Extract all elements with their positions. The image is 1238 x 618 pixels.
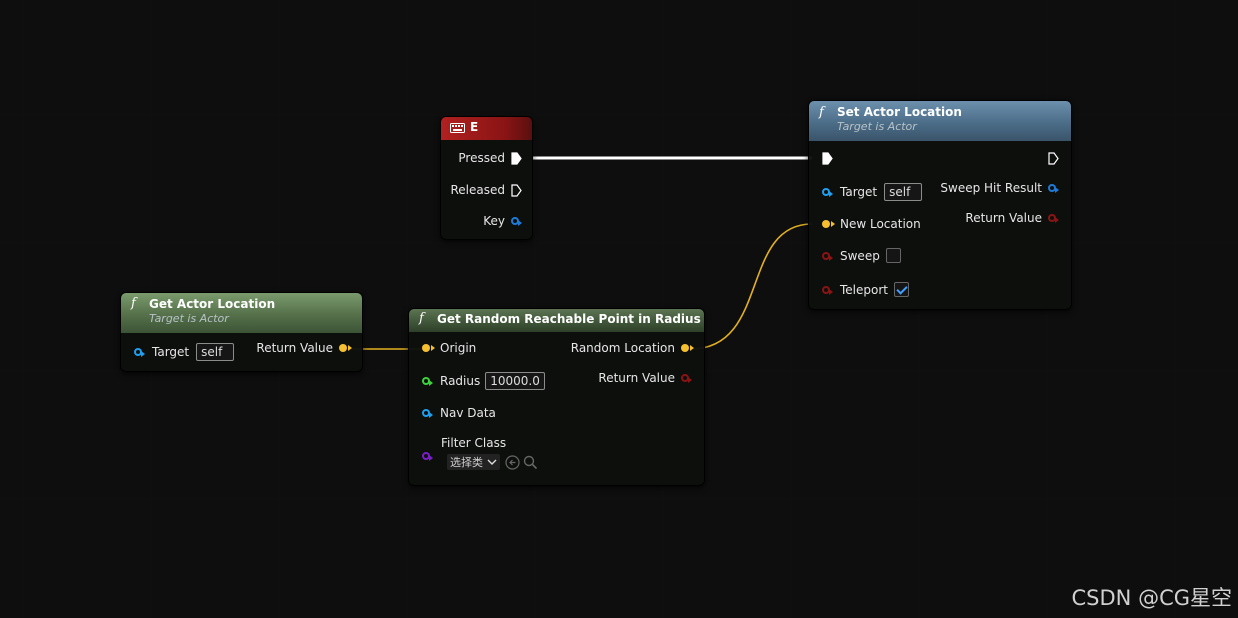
nav-data-pin-label: Nav Data	[440, 406, 496, 420]
nav-data-pin-row[interactable]: Nav Data	[422, 406, 496, 420]
set-location-header[interactable]: f Set Actor Location Target is Actor	[809, 101, 1071, 141]
filter-class-select-row[interactable]: 选择类	[447, 454, 538, 470]
get-location-self-field[interactable]: self	[196, 343, 235, 361]
filter-class-select-value: 选择类	[450, 456, 483, 469]
released-exec-pin[interactable]	[511, 183, 522, 197]
random-location-pin-row[interactable]: Random Location	[570, 341, 694, 355]
get-location-subtitle: Target is Actor	[149, 312, 229, 325]
set-location-return-pin-row[interactable]: Return Value	[965, 211, 1059, 225]
radius-pin-row[interactable]: Radius 10000.0	[422, 372, 545, 390]
random-point-return-row[interactable]: Return Value	[598, 371, 692, 385]
set-location-subtitle: Target is Actor	[837, 120, 917, 133]
radius-field[interactable]: 10000.0	[485, 372, 545, 390]
watermark-text: CSDN @CG星空	[1071, 586, 1232, 610]
pressed-exec-pin[interactable]	[511, 151, 522, 165]
get-location-return-label: Return Value	[256, 341, 333, 355]
sweep-hit-result-label: Sweep Hit Result	[940, 181, 1042, 195]
new-location-vector-pin[interactable]	[822, 220, 835, 228]
sweep-pin-label: Sweep	[840, 248, 880, 263]
target-pin-label: Target	[840, 185, 878, 199]
origin-pin-row[interactable]: Origin	[422, 341, 476, 355]
pressed-pin-row[interactable]: Pressed	[458, 151, 522, 165]
get-location-header[interactable]: f Get Actor Location Target is Actor	[121, 293, 362, 333]
set-location-title: Set Actor Location	[837, 105, 962, 119]
get-location-target-pin[interactable]	[134, 348, 145, 357]
origin-vector-pin[interactable]	[422, 344, 435, 352]
radius-pin-label: Radius	[440, 374, 481, 388]
filter-class-label: Filter Class	[441, 436, 507, 450]
released-pin-row[interactable]: Released	[450, 183, 522, 197]
exec-in-pin[interactable]	[822, 152, 833, 165]
key-pin-label: Key	[483, 214, 505, 228]
random-point-title: Get Random Reachable Point in Radius	[437, 312, 701, 326]
keyboard-icon	[450, 122, 465, 133]
random-point-header[interactable]: f Get Random Reachable Point in Radius	[409, 309, 704, 332]
nav-data-object-pin[interactable]	[422, 409, 433, 418]
new-location-pin-label: New Location	[840, 217, 921, 231]
target-self-field[interactable]: self	[884, 183, 923, 201]
search-icon[interactable]	[523, 455, 538, 470]
target-pin-row[interactable]: Target self	[822, 183, 923, 201]
get-location-target-row[interactable]: Target self	[134, 343, 235, 361]
random-point-return-pin[interactable]	[681, 374, 692, 383]
sweep-hit-result-pin-row[interactable]: Sweep Hit Result	[940, 181, 1059, 195]
radius-float-pin[interactable]	[422, 377, 433, 386]
random-point-return-label: Return Value	[598, 371, 675, 385]
function-icon: f	[819, 105, 824, 120]
random-location-vector-pin[interactable]	[681, 344, 694, 352]
sweep-pin-row[interactable]: Sweep	[822, 248, 901, 263]
get-location-return-row[interactable]: Return Value	[256, 341, 352, 355]
key-pin-row[interactable]: Key	[483, 214, 522, 228]
target-object-pin[interactable]	[822, 188, 833, 197]
key-node-header[interactable]: E	[441, 117, 532, 140]
key-e-node[interactable]: E Pressed Released Key	[440, 116, 533, 240]
key-node-title: E	[470, 120, 479, 134]
get-location-target-label: Target	[152, 345, 190, 359]
random-location-label: Random Location	[570, 341, 675, 355]
pressed-pin-label: Pressed	[458, 151, 505, 165]
set-location-return-label: Return Value	[965, 211, 1042, 225]
back-arrow-icon[interactable]	[505, 454, 520, 470]
teleport-checkbox[interactable]	[894, 282, 909, 297]
teleport-bool-pin[interactable]	[822, 285, 833, 295]
get-location-return-pin[interactable]	[339, 344, 352, 352]
set-location-return-pin[interactable]	[1048, 214, 1059, 223]
released-pin-label: Released	[450, 183, 505, 197]
new-location-pin-row[interactable]: New Location	[822, 217, 921, 231]
sweep-hit-result-pin[interactable]	[1048, 184, 1059, 193]
exec-out-pin[interactable]	[1048, 152, 1059, 165]
filter-class-pin[interactable]	[422, 452, 433, 461]
teleport-pin-label: Teleport	[840, 282, 888, 297]
get-actor-location-node[interactable]: f Get Actor Location Target is Actor Tar…	[120, 292, 363, 372]
vector-wire-random-to-new-location[interactable]	[690, 223, 813, 350]
filter-class-label-row: Filter Class	[441, 436, 506, 450]
get-location-title: Get Actor Location	[149, 297, 276, 311]
set-actor-location-node[interactable]: f Set Actor Location Target is Actor Tar…	[808, 100, 1072, 310]
function-icon: f	[419, 311, 424, 326]
get-random-reachable-point-node[interactable]: f Get Random Reachable Point in Radius O…	[408, 308, 705, 486]
teleport-pin-row[interactable]: Teleport	[822, 282, 909, 297]
chevron-down-icon	[487, 459, 497, 465]
function-icon: f	[131, 296, 136, 311]
sweep-bool-pin[interactable]	[822, 251, 833, 261]
filter-class-select[interactable]: 选择类	[447, 454, 500, 470]
origin-pin-label: Origin	[440, 341, 477, 355]
sweep-checkbox[interactable]	[885, 248, 901, 263]
key-struct-pin[interactable]	[511, 217, 522, 226]
